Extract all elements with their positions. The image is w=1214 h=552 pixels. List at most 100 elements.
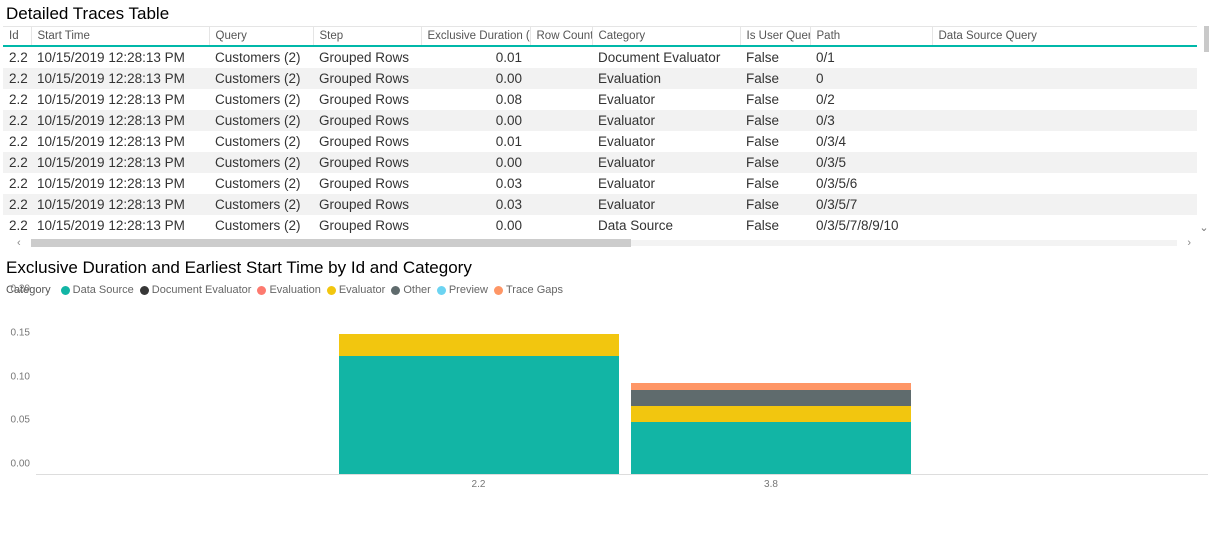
cell-id: 2.2 xyxy=(3,173,31,194)
cell-dsq xyxy=(932,173,1211,194)
cell-dur: 0.03 xyxy=(421,194,530,215)
cell-start: 10/15/2019 12:28:13 PM xyxy=(31,173,209,194)
column-header[interactable]: Data Source Query xyxy=(932,27,1211,47)
horizontal-scrollbar[interactable]: ‹ › xyxy=(3,236,1205,250)
cell-user: False xyxy=(740,68,810,89)
legend-swatch xyxy=(494,286,503,295)
cell-start: 10/15/2019 12:28:13 PM xyxy=(31,68,209,89)
table-row[interactable]: 2.210/15/2019 12:28:13 PMCustomers (2)Gr… xyxy=(3,89,1211,110)
legend-text: Evaluator xyxy=(339,284,385,296)
table-row[interactable]: 2.210/15/2019 12:28:13 PMCustomers (2)Gr… xyxy=(3,68,1211,89)
table-row[interactable]: 2.210/15/2019 12:28:13 PMCustomers (2)Gr… xyxy=(3,194,1211,215)
column-header[interactable]: Row Count xyxy=(530,27,592,47)
chevron-right-icon[interactable]: › xyxy=(1187,237,1191,249)
chart-title: Exclusive Duration and Earliest Start Ti… xyxy=(0,254,1214,278)
cell-dur: 0.00 xyxy=(421,152,530,173)
legend-text: Trace Gaps xyxy=(506,284,563,296)
legend-text: Preview xyxy=(449,284,488,296)
bar-3.8[interactable] xyxy=(631,383,911,474)
table-row[interactable]: 2.210/15/2019 12:28:13 PMCustomers (2)Gr… xyxy=(3,215,1211,236)
cell-path: 0/2 xyxy=(810,89,932,110)
column-header[interactable]: Start Time xyxy=(31,27,209,47)
cell-query: Customers (2) xyxy=(209,215,313,236)
cell-start: 10/15/2019 12:28:13 PM xyxy=(31,131,209,152)
cell-path: 0/3/5 xyxy=(810,152,932,173)
cell-query: Customers (2) xyxy=(209,46,313,68)
legend-item[interactable]: Trace Gaps xyxy=(494,284,563,296)
cell-dsq xyxy=(932,89,1211,110)
cell-dsq xyxy=(932,68,1211,89)
cell-rows xyxy=(530,194,592,215)
cell-step: Grouped Rows xyxy=(313,89,421,110)
x-label: 3.8 xyxy=(764,479,778,490)
legend-swatch xyxy=(257,286,266,295)
column-header[interactable]: Is User Query xyxy=(740,27,810,47)
legend-item[interactable]: Preview xyxy=(437,284,488,296)
bar-segment[interactable] xyxy=(339,356,619,474)
cell-id: 2.2 xyxy=(3,89,31,110)
cell-user: False xyxy=(740,110,810,131)
y-tick: 0.00 xyxy=(11,459,30,470)
cell-dsq xyxy=(932,131,1211,152)
cell-user: False xyxy=(740,89,810,110)
cell-rows xyxy=(530,173,592,194)
table-row[interactable]: 2.210/15/2019 12:28:13 PMCustomers (2)Gr… xyxy=(3,152,1211,173)
cell-path: 0/3/4 xyxy=(810,131,932,152)
cell-id: 2.2 xyxy=(3,68,31,89)
table-row[interactable]: 2.210/15/2019 12:28:13 PMCustomers (2)Gr… xyxy=(3,46,1211,68)
cell-step: Grouped Rows xyxy=(313,152,421,173)
scrollbar-thumb[interactable] xyxy=(31,239,631,247)
bar-segment[interactable] xyxy=(631,390,911,406)
cell-query: Customers (2) xyxy=(209,194,313,215)
cell-start: 10/15/2019 12:28:13 PM xyxy=(31,152,209,173)
bar-segment[interactable] xyxy=(631,406,911,422)
column-header[interactable]: Id xyxy=(3,27,31,47)
traces-table[interactable]: IdStart TimeQueryStepExclusive Duration … xyxy=(3,26,1211,236)
cell-dsq xyxy=(932,110,1211,131)
table-row[interactable]: 2.210/15/2019 12:28:13 PMCustomers (2)Gr… xyxy=(3,110,1211,131)
cell-step: Grouped Rows xyxy=(313,173,421,194)
scrollbar-thumb[interactable] xyxy=(1204,26,1209,52)
column-header[interactable]: Query xyxy=(209,27,313,47)
chevron-down-icon[interactable]: ⌄ xyxy=(1198,222,1210,234)
cell-query: Customers (2) xyxy=(209,110,313,131)
traces-table-wrap: IdStart TimeQueryStepExclusive Duration … xyxy=(3,26,1211,236)
column-header[interactable]: Exclusive Duration (%) xyxy=(421,27,530,47)
chart-plot[interactable] xyxy=(36,300,1208,475)
column-header[interactable]: Step xyxy=(313,27,421,47)
cell-dur: 0.01 xyxy=(421,46,530,68)
cell-user: False xyxy=(740,194,810,215)
cell-query: Customers (2) xyxy=(209,173,313,194)
legend-item[interactable]: Other xyxy=(391,284,431,296)
legend-item[interactable]: Document Evaluator xyxy=(140,284,252,296)
cell-start: 10/15/2019 12:28:13 PM xyxy=(31,46,209,68)
legend-item[interactable]: Data Source xyxy=(61,284,134,296)
table-title: Detailed Traces Table xyxy=(0,0,1214,26)
legend-swatch xyxy=(140,286,149,295)
y-tick: 0.15 xyxy=(11,327,30,338)
column-header[interactable]: Path xyxy=(810,27,932,47)
cell-cat: Evaluator xyxy=(592,152,740,173)
cell-cat: Evaluator xyxy=(592,131,740,152)
chevron-left-icon[interactable]: ‹ xyxy=(17,237,21,249)
cell-user: False xyxy=(740,46,810,68)
cell-cat: Document Evaluator xyxy=(592,46,740,68)
vertical-scrollbar[interactable]: ⌄ xyxy=(1197,26,1211,236)
legend-swatch xyxy=(391,286,400,295)
cell-cat: Evaluator xyxy=(592,173,740,194)
cell-cat: Evaluation xyxy=(592,68,740,89)
column-header[interactable]: Category xyxy=(592,27,740,47)
cell-user: False xyxy=(740,131,810,152)
legend-item[interactable]: Evaluator xyxy=(327,284,385,296)
bar-segment[interactable] xyxy=(339,334,619,356)
cell-dsq xyxy=(932,152,1211,173)
table-row[interactable]: 2.210/15/2019 12:28:13 PMCustomers (2)Gr… xyxy=(3,173,1211,194)
cell-rows xyxy=(530,68,592,89)
bar-segment[interactable] xyxy=(631,422,911,475)
legend-item[interactable]: Evaluation xyxy=(257,284,320,296)
cell-step: Grouped Rows xyxy=(313,46,421,68)
cell-start: 10/15/2019 12:28:13 PM xyxy=(31,194,209,215)
bar-segment[interactable] xyxy=(631,383,911,390)
bar-2.2[interactable] xyxy=(339,334,619,474)
table-row[interactable]: 2.210/15/2019 12:28:13 PMCustomers (2)Gr… xyxy=(3,131,1211,152)
